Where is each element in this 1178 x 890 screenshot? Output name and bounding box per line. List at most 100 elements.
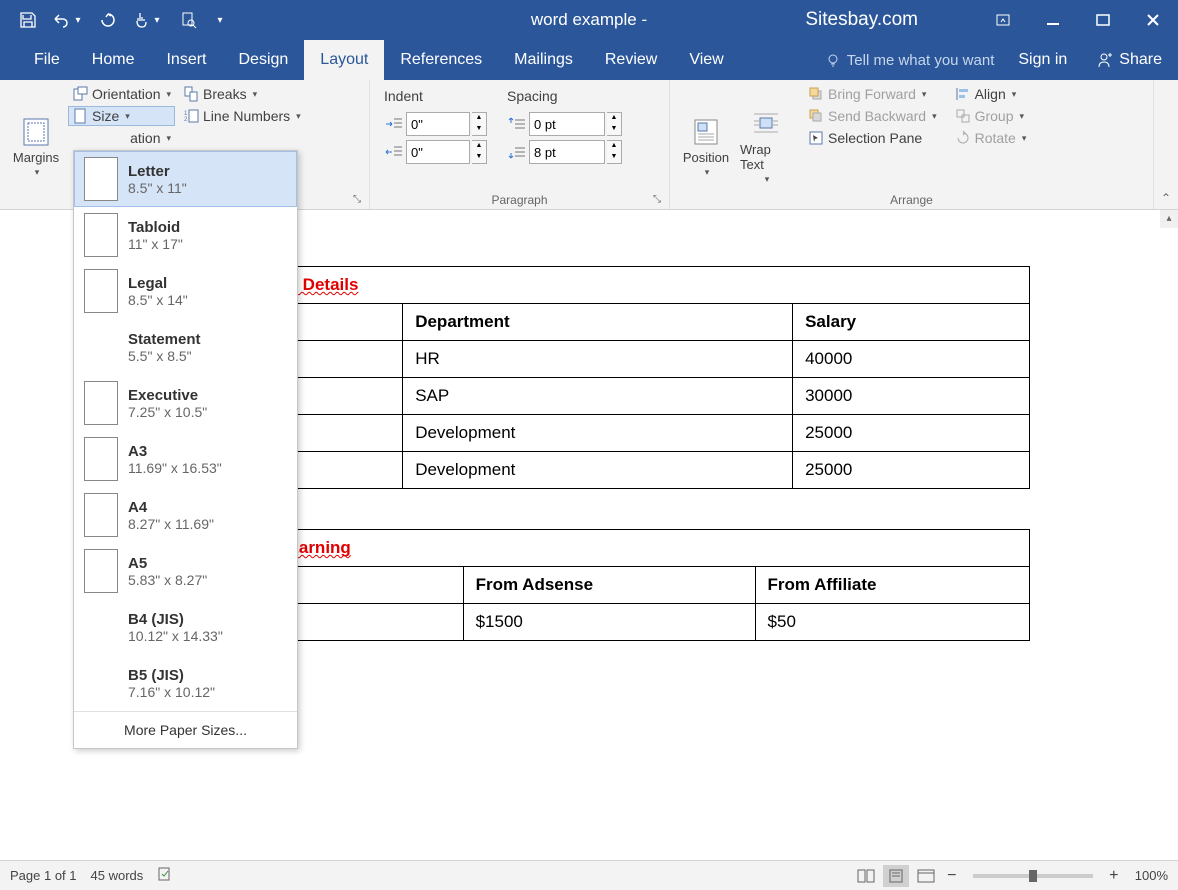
page-icon: [84, 493, 118, 537]
size-option-b5-jis-[interactable]: B5 (JIS) 7.16" x 10.12": [74, 655, 297, 711]
minimize-button[interactable]: [1028, 0, 1078, 40]
arrange-group-label: Arrange: [670, 193, 1153, 207]
group-icon: [955, 108, 971, 124]
spacing-after-up[interactable]: ▲: [607, 141, 621, 152]
size-name: A5: [128, 555, 207, 572]
send-backward-icon: [808, 108, 824, 124]
table2-header-adsense: From Adsense: [463, 567, 755, 604]
columns-button-partial[interactable]: ation▾: [68, 128, 175, 148]
group-button[interactable]: Group▾: [951, 106, 1031, 126]
svg-text:2: 2: [184, 117, 188, 123]
indent-right-down[interactable]: ▼: [472, 152, 486, 163]
page-size-icon: [72, 108, 88, 124]
indent-left-icon: [384, 115, 404, 133]
spacing-before-input[interactable]: [529, 112, 605, 136]
zoom-in-button[interactable]: +: [1105, 867, 1123, 885]
web-layout-button[interactable]: [913, 865, 939, 887]
tab-review[interactable]: Review: [589, 40, 673, 80]
qat-customize-button[interactable]: ▾: [208, 0, 232, 40]
table2-header-affiliate: From Affiliate: [755, 567, 1029, 604]
orientation-button[interactable]: Orientation▾: [68, 84, 175, 104]
size-option-a4[interactable]: A4 8.27" x 11.69": [74, 487, 297, 543]
size-option-b4-jis-[interactable]: B4 (JIS) 10.12" x 14.33": [74, 599, 297, 655]
size-name: A3: [128, 443, 222, 460]
document-title: word example -: [531, 10, 647, 30]
breaks-icon: [183, 86, 199, 102]
spacing-after-icon: [507, 143, 527, 161]
tab-view[interactable]: View: [673, 40, 739, 80]
spellcheck-icon[interactable]: [157, 866, 175, 885]
word-count[interactable]: 45 words: [91, 868, 144, 883]
size-name: Legal: [128, 275, 188, 292]
status-bar: Page 1 of 1 45 words − + 100%: [0, 860, 1178, 890]
size-button[interactable]: Size▾: [68, 106, 175, 126]
bulb-icon: [825, 52, 841, 68]
size-option-a5[interactable]: A5 5.83" x 8.27": [74, 543, 297, 599]
zoom-slider[interactable]: [973, 874, 1093, 878]
orientation-icon: [72, 86, 88, 102]
print-layout-button[interactable]: [883, 865, 909, 887]
print-preview-button[interactable]: [168, 0, 208, 40]
page-icon: [84, 549, 118, 593]
size-option-letter[interactable]: Letter 8.5" x 11": [74, 151, 297, 207]
size-option-executive[interactable]: Executive 7.25" x 10.5": [74, 375, 297, 431]
spacing-before-up[interactable]: ▲: [607, 113, 621, 124]
undo-button[interactable]: ▾: [48, 0, 88, 40]
indent-left-input[interactable]: [406, 112, 470, 136]
size-option-statement[interactable]: Statement 5.5" x 8.5": [74, 319, 297, 375]
tell-me-search[interactable]: Tell me what you want: [813, 52, 1007, 69]
tab-mailings[interactable]: Mailings: [498, 40, 589, 80]
size-dim: 11" x 17": [128, 236, 183, 252]
size-name: Letter: [128, 163, 187, 180]
quick-access-toolbar: ▾ ▾ ▾: [0, 0, 232, 40]
maximize-button[interactable]: [1078, 0, 1128, 40]
position-button[interactable]: Position▾: [678, 84, 734, 209]
zoom-thumb[interactable]: [1029, 870, 1037, 882]
read-mode-button[interactable]: [853, 865, 879, 887]
title-bar: ▾ ▾ ▾ word example - Sitesbay.com: [0, 0, 1178, 40]
zoom-out-button[interactable]: −: [943, 867, 961, 885]
size-dropdown-menu: Letter 8.5" x 11" Tabloid 11" x 17" Lega…: [73, 150, 298, 749]
rotate-button[interactable]: Rotate▾: [951, 128, 1031, 148]
bring-forward-button[interactable]: Bring Forward▾: [804, 84, 941, 104]
wrap-text-button[interactable]: Wrap Text▾: [738, 84, 794, 209]
spacing-after-row: ▲▼: [507, 140, 622, 164]
redo-button[interactable]: [88, 0, 128, 40]
more-paper-sizes[interactable]: More Paper Sizes...: [74, 711, 297, 748]
breaks-button[interactable]: Breaks▾: [179, 84, 305, 104]
line-numbers-button[interactable]: 12Line Numbers▾: [179, 106, 305, 126]
send-backward-button[interactable]: Send Backward▾: [804, 106, 941, 126]
signin-button[interactable]: Sign in: [1006, 51, 1079, 69]
page-status[interactable]: Page 1 of 1: [10, 868, 77, 883]
tab-file[interactable]: File: [18, 40, 76, 80]
size-option-tabloid[interactable]: Tabloid 11" x 17": [74, 207, 297, 263]
spacing-before-down[interactable]: ▼: [607, 124, 621, 135]
close-button[interactable]: [1128, 0, 1178, 40]
spacing-after-input[interactable]: [529, 140, 605, 164]
spacing-after-down[interactable]: ▼: [607, 152, 621, 163]
table1-header-salary: Salary: [793, 304, 1030, 341]
share-button[interactable]: Share: [1079, 51, 1178, 69]
size-option-a3[interactable]: A3 11.69" x 16.53": [74, 431, 297, 487]
tab-references[interactable]: References: [384, 40, 498, 80]
size-option-legal[interactable]: Legal 8.5" x 14": [74, 263, 297, 319]
paragraph-launcher[interactable]: ⤡: [653, 194, 665, 206]
zoom-level[interactable]: 100%: [1135, 868, 1168, 883]
selection-pane-button[interactable]: Selection Pane: [804, 128, 941, 148]
tab-layout[interactable]: Layout: [304, 40, 384, 80]
tab-insert[interactable]: Insert: [150, 40, 222, 80]
indent-left-up[interactable]: ▲: [472, 113, 486, 124]
indent-right-up[interactable]: ▲: [472, 141, 486, 152]
indent-left-down[interactable]: ▼: [472, 124, 486, 135]
save-button[interactable]: [8, 0, 48, 40]
touch-mode-button[interactable]: ▾: [128, 0, 168, 40]
page-setup-launcher[interactable]: ⤡: [353, 194, 365, 206]
ribbon-display-button[interactable]: [978, 0, 1028, 40]
tab-design[interactable]: Design: [222, 40, 304, 80]
scroll-up-button[interactable]: ▴: [1160, 210, 1178, 228]
margins-button[interactable]: Margins ▾: [8, 84, 64, 209]
indent-right-input[interactable]: [406, 140, 470, 164]
tab-home[interactable]: Home: [76, 40, 151, 80]
collapse-ribbon-button[interactable]: ⌃: [1161, 191, 1171, 205]
align-button[interactable]: Align▾: [951, 84, 1031, 104]
